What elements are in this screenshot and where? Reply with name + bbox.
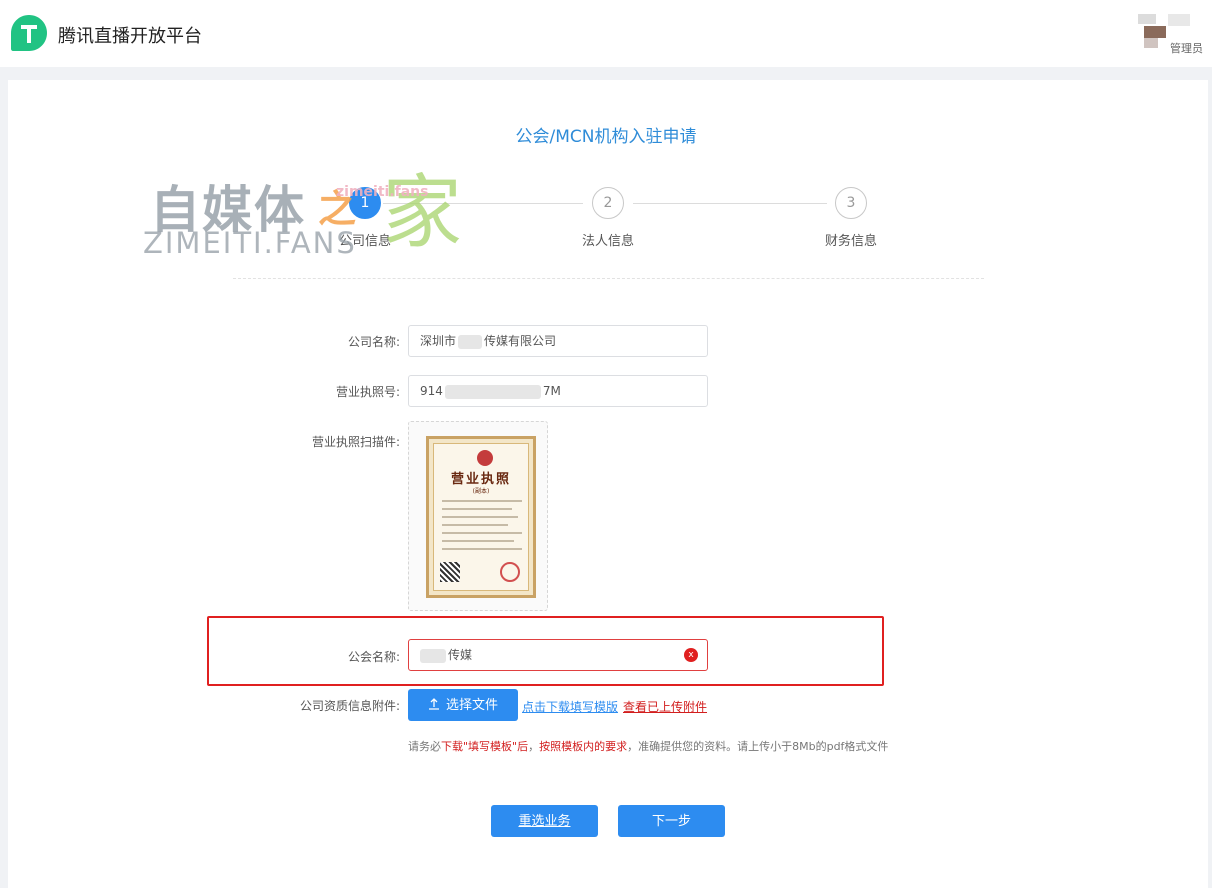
license-no-prefix: 914 <box>420 384 443 398</box>
attachment-label: 公司资质信息附件: <box>299 699 400 713</box>
license-no-suffix: 7M <box>542 384 561 398</box>
clear-circle-icon[interactable]: x <box>684 648 698 662</box>
seal-icon <box>500 562 520 582</box>
note-part: ， <box>528 740 540 753</box>
note-part: ，准确提供您的资料。请上传小于8Mb的pdf格式文件 <box>627 740 889 753</box>
redacted-blur <box>444 384 541 399</box>
reset-business-button[interactable]: 重选业务 <box>491 805 598 837</box>
step-2-circle: 2 <box>592 187 624 219</box>
next-step-button[interactable]: 下一步 <box>618 805 725 837</box>
note-part: 请务必 <box>408 740 441 753</box>
company-name-prefix: 深圳市 <box>420 334 457 348</box>
guild-name-label: 公会名称: <box>347 650 400 664</box>
watermark-url: zimeiti.fans <box>336 184 429 200</box>
company-name-label: 公司名称: <box>347 335 400 349</box>
step-3-circle: 3 <box>835 187 867 219</box>
page-title: 公会/MCN机构入驻申请 <box>515 127 697 147</box>
license-image: 营业执照 (副本) <box>426 436 536 598</box>
license-text-line <box>442 516 518 518</box>
license-no-input[interactable]: 914 7M <box>408 375 708 407</box>
guild-name-input[interactable]: 传媒 x <box>408 639 708 671</box>
guild-name-suffix: 传媒 <box>448 648 473 662</box>
download-template-link[interactable]: 点击下载填写模版 <box>522 698 618 715</box>
license-doc-subtitle: (副本) <box>472 488 490 495</box>
watermark-jia: 家 <box>382 166 462 259</box>
license-no-label: 营业执照号: <box>335 385 400 399</box>
note-highlight: 下载"填写模板"后 <box>441 740 529 753</box>
upload-note: 请务必下载"填写模板"后，按照模板内的要求，准确提供您的资料。请上传小于8Mb的… <box>408 738 888 754</box>
license-text-line <box>442 500 522 502</box>
license-text-line <box>442 532 522 534</box>
step-2-label: 法人信息 <box>581 234 634 249</box>
license-text-line <box>442 524 508 526</box>
license-doc-title: 营业执照 <box>450 472 511 487</box>
watermark-en: ZIMEITI.FANS <box>143 226 357 260</box>
qr-code-icon <box>440 562 460 582</box>
license-text-line <box>442 508 512 510</box>
step-connector <box>633 203 827 204</box>
choose-file-label: 选择文件 <box>445 697 498 712</box>
national-emblem-icon <box>477 450 493 466</box>
upload-arrow-icon <box>428 698 439 710</box>
license-text-line <box>442 540 514 542</box>
note-highlight: 按照模板内的要求 <box>539 740 628 753</box>
brand-title: 腾讯直播开放平台 <box>58 26 202 47</box>
step-3-label: 财务信息 <box>824 234 877 249</box>
top-header: 腾讯直播开放平台 管理员 <box>0 0 1212 67</box>
tencent-live-logo-icon[interactable] <box>9 13 49 53</box>
section-divider <box>233 278 984 279</box>
license-scan-label: 营业执照扫描件: <box>311 435 400 449</box>
redacted-blur <box>420 648 446 663</box>
choose-file-button[interactable]: 选择文件 <box>408 689 518 721</box>
company-name-suffix: 传媒有限公司 <box>484 334 557 348</box>
user-role[interactable]: 管理员 <box>1170 40 1203 56</box>
company-name-input[interactable]: 深圳市 传媒有限公司 <box>408 325 708 357</box>
license-text-line <box>442 548 522 550</box>
redacted-blur <box>458 334 483 349</box>
view-uploaded-link[interactable]: 查看已上传附件 <box>623 698 707 715</box>
license-scan-upload[interactable]: 营业执照 (副本) <box>408 421 548 611</box>
